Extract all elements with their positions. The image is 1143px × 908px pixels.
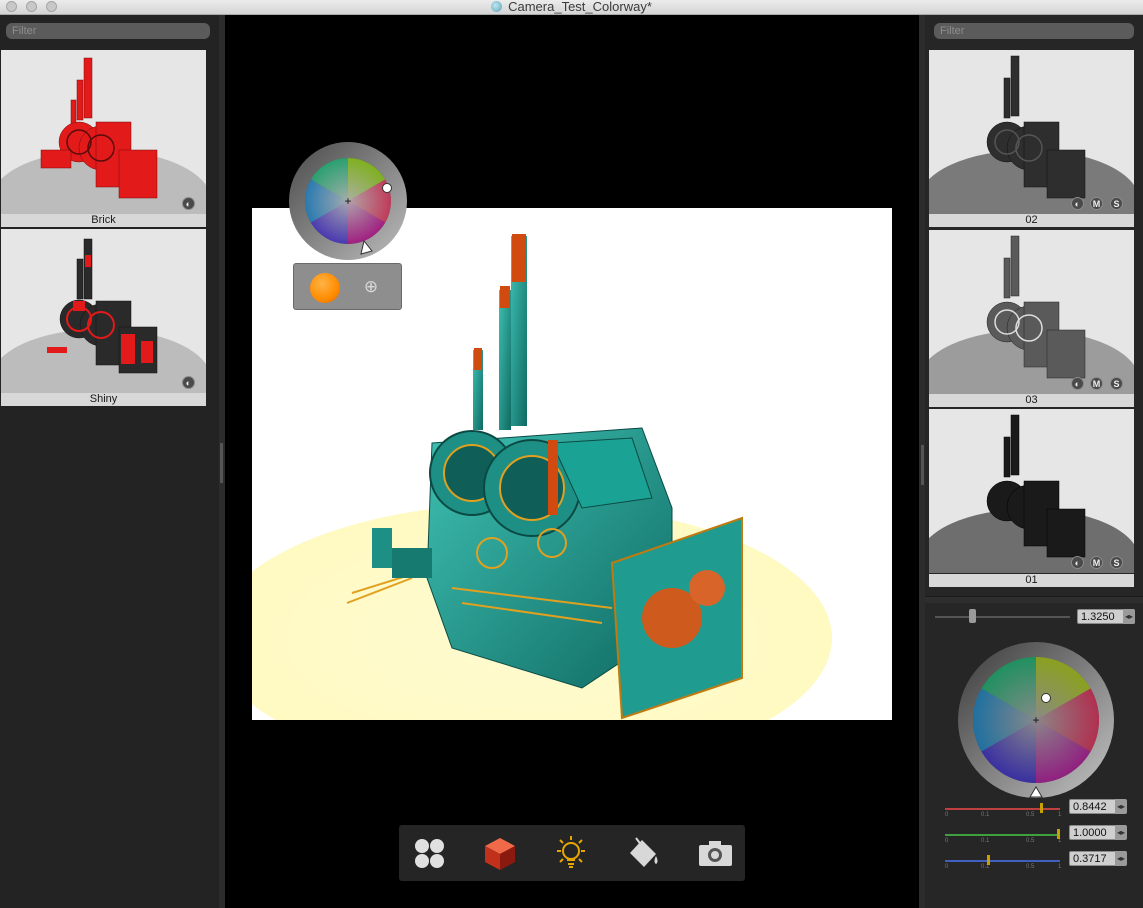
light-color-wheel[interactable]: + [957,641,1115,799]
slider-tick-label: 0.5 [1026,838,1035,844]
channel-stepper[interactable]: ◂▸ [1115,825,1127,840]
light-on-icon[interactable]: ◐ [1071,556,1084,569]
light-label-02: 02 [929,214,1134,227]
mute-toggle[interactable]: M [1090,377,1103,390]
light-thumb-03[interactable]: ◐ M S [929,230,1134,394]
render-icon[interactable]: ◐ [182,197,195,210]
slider-tick-label: 0.5 [1026,864,1035,870]
solo-toggle[interactable]: S [1110,556,1123,569]
channel-slider-thumb[interactable] [986,855,990,865]
cube-icon [485,838,515,870]
slider-tick-label: 1 [1058,864,1062,870]
material-thumb-shiny[interactable]: ◐ [1,229,206,393]
material-label-shiny: Shiny [1,393,206,406]
slider-tick-label: 0 [945,838,949,844]
lightbulb-icon [557,836,585,868]
splitter-grip[interactable] [921,445,924,485]
light-on-icon[interactable]: ◐ [1071,377,1084,390]
slider-tick-label: 0 [945,812,949,818]
add-swatch-button[interactable]: ⊕ [363,278,379,295]
light-02-preview [986,55,1086,199]
right-filter-input[interactable]: Filter [934,23,1134,39]
channel-slider-thumb[interactable] [1039,803,1043,813]
lighting-button[interactable] [552,834,590,872]
window-titlebar: Camera_Test_Colorway* [0,0,1143,15]
solo-toggle[interactable]: S [1110,197,1123,210]
window-title-wrap: Camera_Test_Colorway* [0,0,1143,13]
paint-bucket-icon [630,837,658,867]
material-thumb-brick[interactable]: ◐ [1,50,206,214]
mute-toggle[interactable]: M [1090,556,1103,569]
panel-divider[interactable] [925,596,1143,603]
camera-icon [699,841,732,866]
document-icon [491,1,503,12]
splitter-grip[interactable] [220,443,223,483]
channel-slider-track[interactable] [945,808,1060,810]
channel-slider-track[interactable] [945,834,1060,836]
slider-tick-label: 0.5 [1026,812,1035,818]
channel-value-field[interactable]: 1.0000 [1069,825,1117,840]
light-03-preview [986,235,1086,379]
light-thumb-02[interactable]: ◐ M S [929,50,1134,214]
window-title: Camera_Test_Colorway* [508,0,652,14]
slider-tick-label: 0 [945,864,949,870]
library-button[interactable] [410,834,448,872]
light-thumb-01[interactable]: ◐ M S [929,409,1134,573]
channel-value-field[interactable]: 0.3717 [1069,851,1117,866]
mute-toggle[interactable]: M [1090,197,1103,210]
color-wheel[interactable]: + [288,141,408,261]
left-filter-input[interactable]: Filter [6,23,210,39]
hue-handle[interactable] [382,183,392,193]
lights-panel: Filter ◐ M S 02 ◐ M S 03 ◐ M S 01 1.3250… [925,15,1143,908]
brick-preview-image [40,57,158,199]
paint-button[interactable] [624,834,662,872]
channel-slider-track[interactable] [945,860,1060,862]
left-splitter[interactable] [219,15,225,908]
light-label-01: 01 [929,574,1134,587]
hue-handle[interactable] [1041,693,1051,703]
light-label-03: 03 [929,394,1134,407]
slider-tick-label: 0.1 [981,812,990,818]
intensity-slider-track[interactable] [935,616,1070,618]
shiny-preview-image [47,238,158,374]
main-toolbar [399,825,745,881]
channel-stepper[interactable]: ◂▸ [1115,799,1127,814]
light-on-icon[interactable]: ◐ [1071,197,1084,210]
svg-text:+: + [1032,713,1039,727]
slider-tick-label: 0.1 [981,838,990,844]
channel-slider-thumb[interactable] [1057,829,1060,839]
solo-toggle[interactable]: S [1110,377,1123,390]
light-01-preview [986,414,1086,558]
swatch-box: ⊕ [293,263,402,310]
materials-panel: Filter ◐ Brick ◐ Shiny [0,15,219,908]
svg-text:+: + [344,194,351,208]
slider-tick-label: 1 [1058,812,1062,818]
selected-color-swatch[interactable] [310,273,340,303]
camera-button[interactable] [696,834,734,872]
four-dots-icon [415,839,444,868]
channel-stepper[interactable]: ◂▸ [1115,851,1127,866]
render-icon[interactable]: ◐ [182,376,195,389]
color-wheel-popup[interactable]: + [288,141,408,261]
intensity-slider-thumb[interactable] [969,609,976,623]
channel-value-field[interactable]: 0.8442 [1069,799,1117,814]
intensity-stepper[interactable]: ◂▸ [1123,609,1135,624]
materials-button[interactable] [481,834,519,872]
material-label-brick: Brick [1,214,206,227]
